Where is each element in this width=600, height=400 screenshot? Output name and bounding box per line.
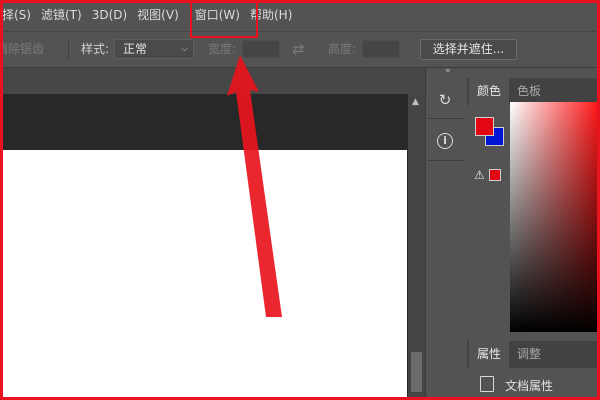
annotation-arrow [227,55,282,317]
arrow-head [227,55,282,317]
